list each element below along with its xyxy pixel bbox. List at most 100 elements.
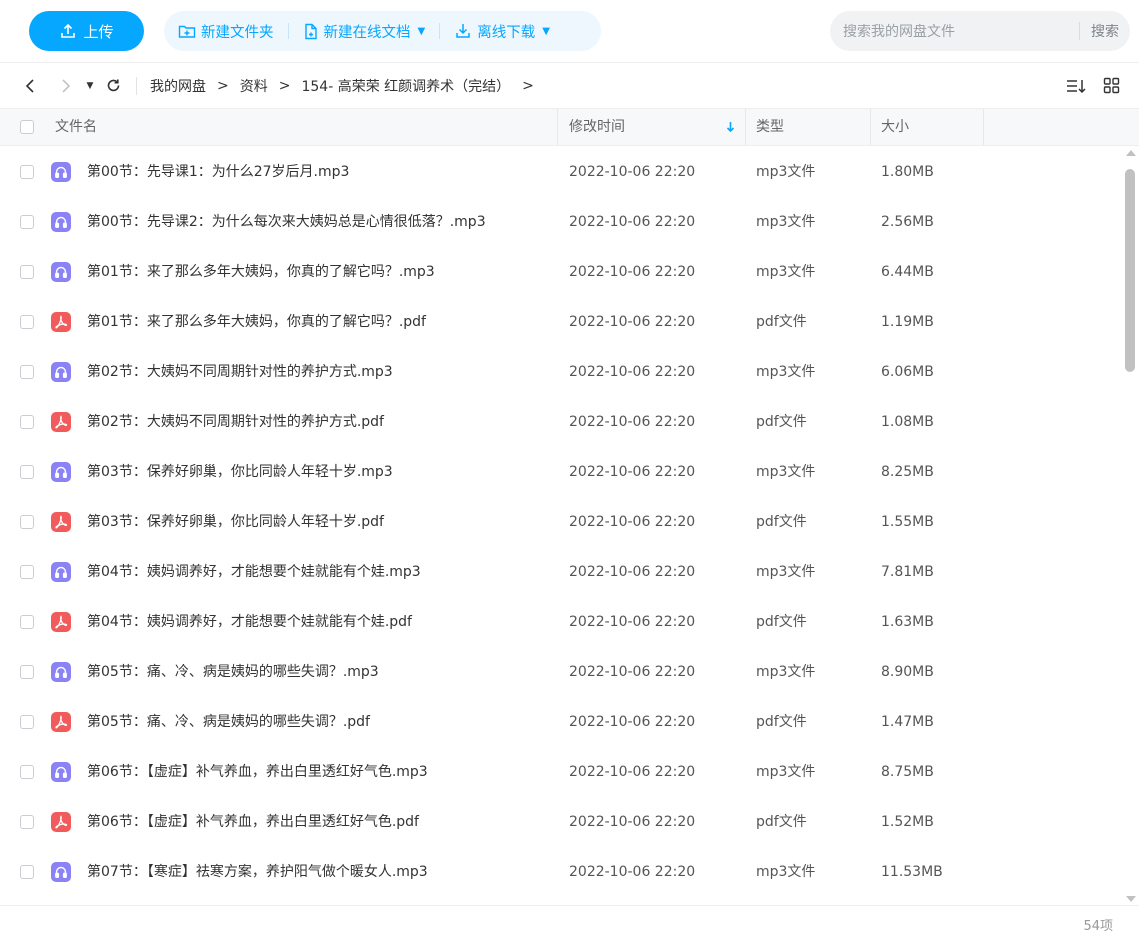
file-modified-time: 2022-10-06 22:20 (569, 414, 696, 430)
file-list-header: 文件名 修改时间 类型 大小 (0, 108, 1139, 146)
file-row[interactable]: 第05节：痛、冷、病是姨妈的哪些失调？.mp3 2022-10-06 22:20 m… (0, 647, 1120, 697)
breadcrumb-item-materials[interactable]: 资料 (240, 76, 268, 96)
pdf-file-icon (51, 712, 71, 732)
offline-download-label: 离线下载 (477, 24, 536, 41)
file-name[interactable]: 第04节：姨妈调养好，才能想要个娃就能有个娃.pdf (87, 597, 412, 647)
file-name[interactable]: 第02节：大姨妈不同周期针对性的养护方式.mp3 (87, 347, 393, 397)
select-all-checkbox[interactable] (20, 120, 34, 134)
scroll-up-arrow-icon[interactable] (1126, 150, 1136, 156)
breadcrumb: 我的网盘 > 资料 > 154- 高荣荣 红颜调养术（完结） > (150, 76, 545, 96)
row-checkbox[interactable] (20, 265, 34, 279)
row-checkbox[interactable] (20, 165, 34, 179)
file-name[interactable]: 第01节：来了那么多年大姨妈，你真的了解它吗？.mp3 (87, 247, 435, 297)
search-input[interactable] (830, 10, 1079, 52)
file-row[interactable]: 第02节：大姨妈不同周期针对性的养护方式.pdf 2022-10-06 22:20… (0, 397, 1120, 447)
row-checkbox[interactable] (20, 815, 34, 829)
scroll-down-arrow-icon[interactable] (1126, 896, 1136, 902)
grid-view-icon[interactable] (1101, 74, 1121, 98)
row-checkbox[interactable] (20, 415, 34, 429)
file-row[interactable]: 第01节：来了那么多年大姨妈，你真的了解它吗？.pdf 2022-10-06 22… (0, 297, 1120, 347)
file-name[interactable]: 第00节：先导课1：为什么27岁后月.mp3 (87, 147, 349, 197)
column-header-type[interactable]: 类型 (756, 109, 784, 145)
audio-file-icon (51, 862, 71, 882)
pdf-file-icon (51, 812, 71, 832)
file-name[interactable]: 第05节：痛、冷、病是姨妈的哪些失调？.mp3 (87, 647, 379, 697)
file-row[interactable]: 第04节：姨妈调养好，才能想要个娃就能有个娃.pdf 2022-10-06 22:… (0, 597, 1120, 647)
sort-descending-icon[interactable] (726, 109, 735, 145)
breadcrumb-separator: > (522, 77, 534, 94)
sort-list-icon[interactable] (1065, 74, 1087, 98)
column-header-name[interactable]: 文件名 (55, 109, 97, 145)
audio-file-icon (51, 212, 71, 232)
file-modified-time: 2022-10-06 22:20 (569, 264, 696, 280)
file-size: 8.75MB (881, 764, 934, 780)
row-checkbox[interactable] (20, 615, 34, 629)
file-name[interactable]: 第03节：保养好卵巢，你比同龄人年轻十岁.pdf (87, 497, 384, 547)
new-folder-button[interactable]: 新建文件夹 (164, 21, 288, 42)
item-count: 54项 (1083, 919, 1113, 934)
file-type: pdf文件 (756, 614, 807, 630)
file-row[interactable]: 第02节：大姨妈不同周期针对性的养护方式.mp3 2022-10-06 22:20… (0, 347, 1120, 397)
file-modified-time: 2022-10-06 22:20 (569, 864, 696, 880)
nav-divider (136, 76, 137, 95)
file-modified-time: 2022-10-06 22:20 (569, 464, 696, 480)
vertical-scrollbar[interactable] (1123, 150, 1137, 902)
file-modified-time: 2022-10-06 22:20 (569, 614, 696, 630)
file-name[interactable]: 第02节：大姨妈不同周期针对性的养护方式.pdf (87, 397, 384, 447)
file-name[interactable]: 第03节：保养好卵巢，你比同龄人年轻十岁.mp3 (87, 447, 393, 497)
forward-icon[interactable] (58, 74, 74, 98)
column-header-size[interactable]: 大小 (881, 109, 909, 145)
file-type: mp3文件 (756, 664, 816, 680)
file-row[interactable]: 第03节：保养好卵巢，你比同龄人年轻十岁.mp3 2022-10-06 22:20… (0, 447, 1120, 497)
column-header-modified[interactable]: 修改时间 (569, 109, 625, 145)
file-name[interactable]: 第01节：来了那么多年大姨妈，你真的了解它吗？.pdf (87, 297, 426, 347)
row-checkbox[interactable] (20, 465, 34, 479)
row-checkbox[interactable] (20, 665, 34, 679)
row-checkbox[interactable] (20, 715, 34, 729)
file-row[interactable]: 第07节：【寒症】祛寒方案，养护阳气做个暖女人.mp3 2022-10-06 22… (0, 847, 1120, 897)
row-checkbox[interactable] (20, 215, 34, 229)
file-name[interactable]: 第06节：【虚症】补气养血，养出白里透红好气色.mp3 (87, 747, 428, 797)
file-name[interactable]: 第04节：姨妈调养好，才能想要个娃就能有个娃.mp3 (87, 547, 421, 597)
column-divider (983, 109, 984, 145)
row-checkbox[interactable] (20, 365, 34, 379)
file-row[interactable]: 第06节：【虚症】补气养血，养出白里透红好气色.mp3 2022-10-06 22… (0, 747, 1120, 797)
file-row[interactable]: 第06节：【虚症】补气养血，养出白里透红好气色.pdf 2022-10-06 22… (0, 797, 1120, 847)
row-checkbox[interactable] (20, 565, 34, 579)
new-folder-label: 新建文件夹 (201, 24, 274, 41)
file-name[interactable]: 第05节：痛、冷、病是姨妈的哪些失调？.pdf (87, 697, 370, 747)
offline-download-button[interactable]: 离线下载 ▼ (440, 21, 564, 42)
audio-file-icon (51, 462, 71, 482)
row-checkbox[interactable] (20, 315, 34, 329)
upload-icon (61, 23, 76, 38)
nav-bar: ▼ 我的网盘 > 资料 > 154- 高荣荣 红颜调养术（完结） > (0, 63, 1139, 108)
search-box: 搜索 (830, 10, 1130, 52)
column-divider (870, 109, 871, 145)
refresh-icon[interactable] (104, 74, 122, 98)
scrollbar-thumb[interactable] (1125, 169, 1135, 372)
file-name[interactable]: 第00节：先导课2：为什么每次来大姨妈总是心情很低落？.mp3 (87, 197, 486, 247)
search-button[interactable]: 搜索 (1080, 21, 1130, 41)
row-checkbox[interactable] (20, 765, 34, 779)
audio-file-icon (51, 162, 71, 182)
column-divider (745, 109, 746, 145)
file-row[interactable]: 第01节：来了那么多年大姨妈，你真的了解它吗？.mp3 2022-10-06 22… (0, 247, 1120, 297)
file-row[interactable]: 第03节：保养好卵巢，你比同龄人年轻十岁.pdf 2022-10-06 22:20… (0, 497, 1120, 547)
row-checkbox[interactable] (20, 515, 34, 529)
file-row[interactable]: 第00节：先导课1：为什么27岁后月.mp3 2022-10-06 22:20 mp… (0, 147, 1120, 197)
file-name[interactable]: 第06节：【虚症】补气养血，养出白里透红好气色.pdf (87, 797, 419, 847)
file-row[interactable]: 第05节：痛、冷、病是姨妈的哪些失调？.pdf 2022-10-06 22:20 p… (0, 697, 1120, 747)
toolbar-actions: 新建文件夹 新建在线文档 ▼ 离线下载 ▼ (164, 11, 601, 51)
upload-button[interactable]: 上传 (29, 11, 144, 51)
breadcrumb-item-my-drive[interactable]: 我的网盘 (150, 76, 206, 96)
history-dropdown-icon[interactable]: ▼ (84, 74, 96, 98)
file-modified-time: 2022-10-06 22:20 (569, 714, 696, 730)
caret-down-icon: ▼ (542, 25, 550, 37)
breadcrumb-item-current-folder[interactable]: 154- 高荣荣 红颜调养术（完结） (301, 76, 510, 96)
row-checkbox[interactable] (20, 865, 34, 879)
new-online-doc-button[interactable]: 新建在线文档 ▼ (289, 21, 440, 42)
file-row[interactable]: 第04节：姨妈调养好，才能想要个娃就能有个娃.mp3 2022-10-06 22:… (0, 547, 1120, 597)
back-icon[interactable] (22, 74, 38, 98)
file-name[interactable]: 第07节：【寒症】祛寒方案，养护阳气做个暖女人.mp3 (87, 847, 428, 897)
file-row[interactable]: 第00节：先导课2：为什么每次来大姨妈总是心情很低落？.mp3 2022-10-0… (0, 197, 1120, 247)
